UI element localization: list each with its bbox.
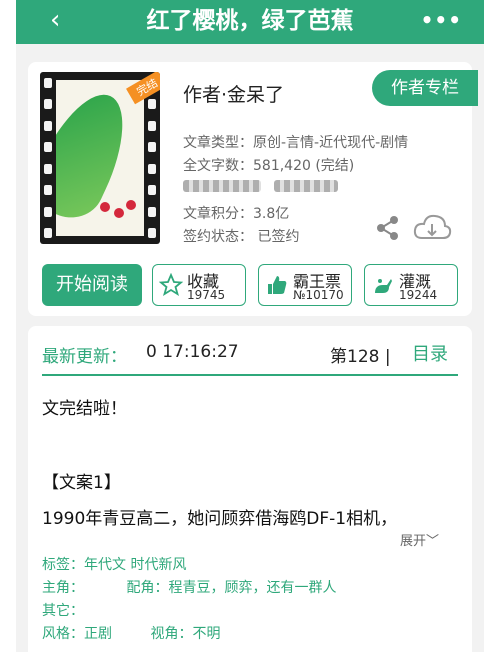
support-value: 程青豆，顾弈，还有一群人: [168, 580, 337, 596]
view-value: 不明: [192, 626, 221, 642]
thumbs-up-icon: [268, 276, 287, 294]
intro-line: 1990年青豆高二，她问顾弈借海鸥DF-1相机，: [42, 509, 398, 529]
top-bar: ‹ 红了樱桃，绿了芭蕉 •••: [16, 0, 484, 44]
intro-heading: 【文案1】: [42, 473, 121, 493]
table-of-contents-link[interactable]: 目录: [412, 340, 448, 366]
irrigate-button[interactable]: 灌溉 19244: [364, 264, 458, 306]
irrigate-count: 19244: [399, 288, 438, 302]
collect-count: 19745: [187, 288, 226, 302]
style-key: 风格：: [42, 626, 84, 642]
book-info-card: 完结 作者·金呆了 作者专栏 文章类型：原创-言情-近代现代-剧情 全文字数：5…: [28, 62, 478, 316]
back-icon[interactable]: ‹: [50, 6, 74, 34]
latest-update-time: 0 17:16:27: [146, 342, 239, 362]
latest-update-label: 最新更新：: [42, 347, 127, 367]
expand-button[interactable]: 展开﹀: [400, 530, 439, 549]
view-key: 视角：: [150, 626, 193, 642]
support-key: 配角：: [126, 580, 169, 596]
divider: [42, 374, 458, 376]
cover-art: [56, 80, 144, 236]
word-count: 全文字数：581,420 (完结): [183, 158, 355, 174]
tags-value[interactable]: 年代文 时代新风: [84, 557, 186, 573]
star-icon: [159, 273, 183, 296]
film-holes-right: [144, 72, 160, 244]
collect-button[interactable]: 收藏 19745: [152, 264, 246, 306]
redacted-text: [183, 180, 261, 192]
download-cloud-icon[interactable]: [412, 212, 452, 244]
share-icon[interactable]: [374, 214, 402, 242]
more-icon[interactable]: •••: [421, 8, 462, 32]
style-value: 正剧: [84, 626, 112, 642]
style-row: 风格：正剧 视角：不明: [42, 623, 220, 643]
content-card: 最新更新： 0 17:16:27 第128 | 目录 文完结啦！ 【文案1】 1…: [28, 326, 472, 652]
tags-row: 标签：年代文 时代新风: [42, 554, 186, 574]
app-frame: ‹ 红了樱桃，绿了芭蕉 ••• 完结 作者·金呆了 作者专栏 文章类型：原创-言…: [16, 0, 484, 652]
film-holes-left: [40, 72, 56, 244]
roles-row: 主角： 配角：程青豆，顾弈，还有一群人: [42, 577, 336, 597]
bawang-ticket-button[interactable]: 霸王票 №10170: [258, 264, 352, 306]
start-reading-button[interactable]: 开始阅读: [42, 264, 142, 306]
book-cover[interactable]: 完结: [40, 72, 160, 244]
author-name[interactable]: 作者·金呆了: [183, 80, 284, 107]
tags-key: 标签：: [42, 557, 84, 573]
author-column-button[interactable]: 作者专栏: [372, 70, 478, 106]
sign-status: 签约状态： 已签约: [183, 229, 300, 245]
intro-line: 文完结啦！: [42, 399, 127, 419]
bawang-count: №10170: [293, 288, 344, 302]
article-type: 文章类型：原创-言情-近代现代-剧情: [183, 135, 409, 151]
latest-chapter[interactable]: 第128 |: [330, 342, 391, 367]
lead-key: 主角：: [42, 580, 84, 596]
article-score: 文章积分：3.8亿: [183, 206, 290, 222]
other-key: 其它：: [42, 603, 84, 619]
page-title: 红了樱桃，绿了芭蕉: [146, 8, 354, 34]
watering-icon: [375, 279, 392, 293]
other-row: 其它：: [42, 600, 84, 620]
redacted-text: [274, 180, 338, 192]
